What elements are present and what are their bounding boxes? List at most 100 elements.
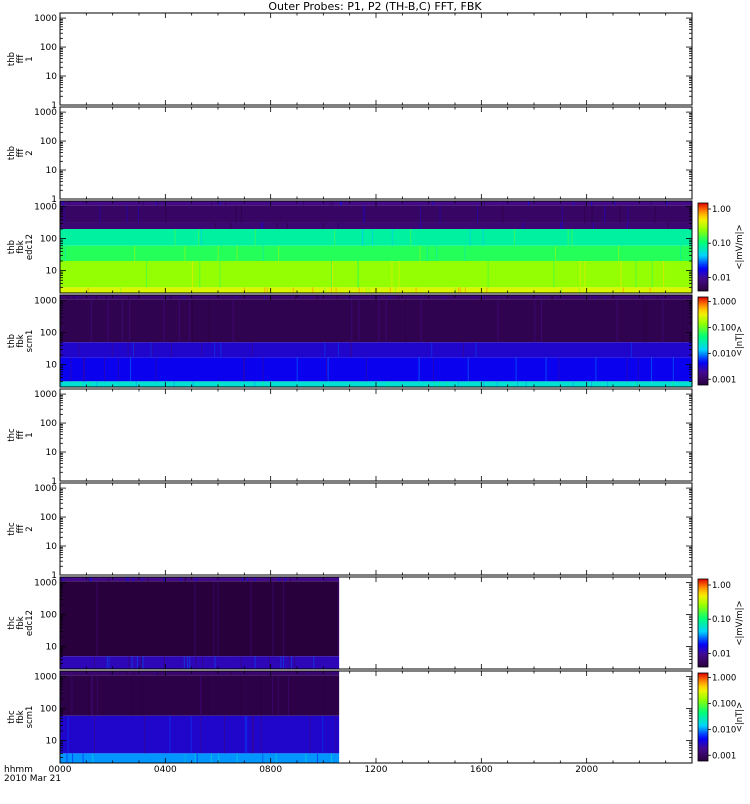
spectrogram-streak <box>219 261 221 288</box>
spectrogram-streak <box>316 753 318 763</box>
spectrogram-streak <box>362 205 364 223</box>
spectrogram-streak <box>444 295 446 300</box>
spectrogram-streak <box>517 381 519 387</box>
spectrogram-streak <box>467 357 469 382</box>
spectrogram-bands <box>60 201 692 293</box>
spectrogram-streak <box>262 245 264 262</box>
y-axis: 1101001000 <box>34 108 692 205</box>
spectrogram-streak <box>261 581 263 657</box>
spectrogram-streak <box>483 381 485 387</box>
spectrogram-streak <box>201 342 203 358</box>
spectrogram-streak <box>553 261 555 288</box>
spectrogram-streak <box>663 261 665 288</box>
spectrogram-band <box>60 342 692 358</box>
spectrogram-streak <box>163 656 165 669</box>
spectrogram-streak <box>650 357 652 382</box>
spectrogram-streak <box>486 287 488 293</box>
colorbar-unit-label: <|mV/m|> <box>735 224 745 269</box>
spectrogram-streak <box>634 381 636 387</box>
spectrogram-streak <box>97 675 99 716</box>
spectrogram-streak <box>313 656 315 669</box>
spectrogram-streak <box>96 381 98 387</box>
spectrogram-streak <box>620 261 622 288</box>
y-tick-label: 100 <box>40 43 57 53</box>
spectrogram-streak <box>147 577 149 582</box>
spectrogram-streak <box>561 222 563 230</box>
spectrogram-streak <box>241 577 243 582</box>
spectrogram-streak <box>305 753 307 763</box>
spectrogram-streak <box>330 287 332 293</box>
colorbar-tick-label: 1.000 <box>712 674 736 684</box>
spectrogram-streak <box>63 205 65 223</box>
spectrogram-streak <box>198 229 200 246</box>
spectrogram-streak <box>155 671 157 676</box>
colorbar-tick-label: 0.01 <box>712 649 731 659</box>
spectrogram-streak <box>67 295 69 300</box>
spectrogram-streak <box>502 205 504 223</box>
spectrogram-streak <box>243 357 245 382</box>
spectrogram-streak <box>497 299 499 343</box>
spectrogram-streak <box>410 229 412 246</box>
spectrogram-streak <box>126 205 128 223</box>
spectrogram-streak <box>395 287 397 293</box>
spectrogram-streak <box>378 299 380 343</box>
panel-ylabel: thb fff 1 <box>7 52 35 66</box>
spectrogram-streak <box>141 675 143 716</box>
spectrogram-streak <box>618 245 620 262</box>
spectrogram-streak <box>418 357 420 382</box>
spectrogram-streak <box>327 357 329 382</box>
spectrogram-streak <box>515 357 517 382</box>
colorbar-tick-label: 1.00 <box>712 581 731 591</box>
spectrogram-streak <box>131 656 133 669</box>
spectrogram-streak <box>296 357 298 382</box>
spectrogram-streak <box>107 299 109 343</box>
spectrogram-streak <box>74 295 76 300</box>
spectrogram-streak <box>433 357 435 382</box>
spectrogram-streak <box>324 342 326 358</box>
spectrogram-streak <box>643 299 645 343</box>
spectrogram-band <box>60 715 340 754</box>
y-tick-label: 1000 <box>34 108 57 118</box>
colorbar: 1.00 0.10 0.01 <|mV/m|> <box>697 202 745 292</box>
spectrogram-streak <box>62 201 64 206</box>
spectrogram-streak <box>82 753 84 763</box>
spectrogram-streak <box>192 261 194 288</box>
spectrogram-streak <box>351 299 353 343</box>
spectrogram-streak <box>657 295 659 300</box>
spectrogram-band <box>60 261 692 288</box>
y-tick-label: 100 <box>40 137 57 147</box>
spectrogram-streak <box>90 299 92 343</box>
spectrogram-streak <box>130 675 132 716</box>
spectrogram-streak <box>61 577 63 582</box>
y-tick-label: 1000 <box>34 390 57 400</box>
spectrogram-streak <box>496 381 498 387</box>
spectrogram-streak <box>594 295 596 300</box>
ylabel-line: edc12 <box>25 234 35 260</box>
spectrogram-streak <box>183 656 185 669</box>
spectrogram-streak <box>254 577 256 582</box>
spectrogram-streak <box>142 201 144 206</box>
spectrogram-streak <box>330 261 332 288</box>
spectrogram-streak <box>405 299 407 343</box>
spectrogram-streak <box>140 656 142 669</box>
panel-ylabel: thb fbk edc12 <box>7 234 35 260</box>
spectrogram-streak <box>126 577 128 582</box>
spectrogram-streak <box>439 205 441 223</box>
spectrogram-streak <box>108 577 110 582</box>
spectrogram-streak <box>372 229 374 246</box>
spectrogram-streak <box>269 656 271 669</box>
panel-frame <box>59 12 693 106</box>
spectrogram-streak <box>174 229 176 246</box>
spectrogram-streak <box>595 357 597 382</box>
spectrogram-streak <box>185 577 187 582</box>
ylabel-line: scm1 <box>25 330 35 353</box>
spectrogram-streak <box>340 201 342 206</box>
spectrogram-streak <box>128 656 130 669</box>
spectrogram-streak <box>62 577 64 582</box>
spectrogram-streak <box>92 753 94 763</box>
spectrogram-streak <box>287 675 289 716</box>
colorbar-unit-label: <|nT|> <box>735 702 745 733</box>
spectrogram-streak <box>68 201 70 206</box>
time-tick-label: 1200 <box>365 765 388 775</box>
date-label: 2010 Mar 21 <box>4 774 61 784</box>
